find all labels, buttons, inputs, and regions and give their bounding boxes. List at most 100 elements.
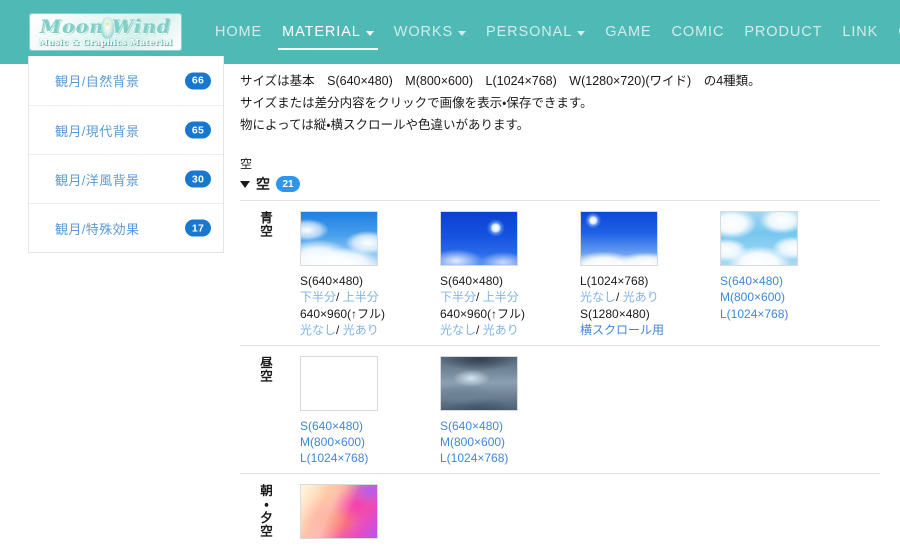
material-item-links: L(1024×768) 光なし/ 光あり S(1280×480) 横スクロール用 — [580, 273, 720, 339]
sidebar-item-3[interactable]: 観月/洋風背景 30 — [29, 154, 223, 203]
material-size-link[interactable]: 光あり — [483, 323, 519, 337]
sunset-sky-thumb[interactable] — [300, 483, 378, 539]
logo-subtitle: Music & Graphics Material — [38, 38, 173, 48]
nav-item-label: COMIC — [671, 24, 725, 40]
material-size-link[interactable]: M(800×600) — [300, 435, 365, 449]
nav-item-label: PRODUCT — [744, 24, 823, 40]
nav-item-comic[interactable]: COMIC — [662, 17, 735, 47]
pale-blue-sky-thumb[interactable] — [720, 211, 798, 266]
group-toggle-count: 21 — [276, 176, 300, 192]
material-size-link[interactable]: 光あり — [343, 323, 379, 337]
nav-item-game[interactable]: GAME — [595, 17, 661, 47]
material-size-link[interactable]: 横スクロール用 — [580, 323, 664, 337]
blue-sky-clouds-thumb[interactable] — [300, 211, 378, 266]
material-item-links: S(640×480) M(800×600) L(1024×768) — [300, 418, 440, 467]
nav-item-material[interactable]: MATERIAL — [272, 17, 384, 50]
nav-item-works[interactable]: WORKS — [384, 17, 476, 47]
site-logo[interactable]: Moon Wind Music & Graphics Material — [30, 14, 181, 50]
material-item: S(640×480) M(800×600) L(1024×768) — [720, 211, 860, 339]
nav-item-label: LINK — [842, 24, 879, 40]
material-size-link[interactable]: L(1024×768) — [440, 451, 508, 465]
material-size-text: / — [336, 323, 343, 338]
material-size-link[interactable]: 上半分 — [343, 290, 379, 304]
material-size-link[interactable]: 下半分 — [440, 290, 476, 304]
material-size-link[interactable]: L(1024×768) — [300, 451, 368, 465]
material-item: S(640×480) 下半分/ 上半分 640×960(↑フル) 光なし / 光あり — [440, 211, 580, 339]
material-item: L(1024×768) 光なし/ 光あり S(1280×480) 横スクロール用 — [580, 211, 720, 339]
sidebar-item-2[interactable]: 観月/現代背景 65 — [29, 105, 223, 154]
dark-cloudy-sky-thumb[interactable] — [440, 355, 518, 411]
nav-item-label: WORKS — [393, 24, 454, 40]
deep-blue-sky-sun-thumb[interactable] — [440, 211, 518, 266]
material-row: 昼空 S(640×480) M(800×600) L(1024×768) S(640×4… — [240, 344, 880, 473]
material-item-line: M(800×600) — [300, 434, 440, 450]
material-size-text: S(640×480) — [300, 274, 364, 288]
nav-item-product[interactable]: PRODUCT — [734, 17, 832, 47]
material-size-text: / — [616, 290, 623, 305]
material-item-line: M(800×600) — [720, 289, 860, 305]
material-item-line: S(640×480) — [300, 418, 440, 434]
sidebar-item-1[interactable]: 観月/自然背景 66 — [29, 56, 223, 105]
material-row-label: 青空 — [258, 211, 272, 238]
material-size-link[interactable]: M(800×600) — [720, 290, 785, 304]
group-toggle-sky[interactable]: 空 21 — [240, 174, 880, 194]
nav-item-home[interactable]: HOME — [205, 17, 272, 47]
material-item-line: 640×960(↑フル) — [440, 306, 580, 322]
material-size-text: 640×960(↑フル) — [300, 306, 386, 321]
material-size-text: / — [336, 290, 343, 305]
main-navigation: HOME MATERIAL WORKS PERSONAL GAME COMIC PRODUC… — [205, 17, 900, 50]
material-size-link[interactable]: L(1024×768) — [720, 307, 788, 321]
sidebar-item-count-badge: 17 — [185, 219, 211, 237]
group-heading: 空 — [240, 157, 253, 171]
sidebar-item-label: 観月/特殊効果 — [55, 221, 140, 237]
nav-item-link[interactable]: LINK — [832, 17, 888, 47]
blue-sky-sun-clouds-thumb[interactable] — [580, 211, 658, 266]
material-item-line: S(1280×480) — [580, 306, 720, 322]
material-item-list — [300, 483, 880, 546]
material-item-line: L(1024×768) — [440, 450, 580, 466]
material-size-link[interactable]: 上半分 — [483, 290, 519, 304]
material-size-link[interactable]: S(640×480) — [300, 419, 363, 433]
sidebar-item-4[interactable]: 観月/特殊効果 17 — [29, 203, 223, 252]
cloudy-sky-rays-thumb[interactable] — [300, 355, 378, 411]
material-size-text: L(1024×768) — [580, 274, 649, 288]
nav-item-label: MATERIAL — [282, 24, 361, 40]
chevron-down-icon — [577, 30, 586, 36]
chevron-down-icon — [365, 30, 374, 36]
nav-item-personal[interactable]: PERSONAL — [476, 17, 595, 47]
material-row-label: 昼空 — [258, 355, 272, 383]
nav-item-contact[interactable]: CONTACT — [888, 17, 900, 47]
material-item-line: 下半分/ 上半分 — [440, 289, 580, 305]
material-size-link[interactable]: S(640×480) — [720, 274, 783, 288]
material-item-line: S(640×480) — [440, 418, 580, 434]
intro-line: サイズは基本 S(640×480) M(800×600) L(1024×768)… — [240, 74, 761, 88]
material-item-line: L(1024×768) — [300, 450, 440, 466]
star-icon — [101, 17, 114, 39]
chevron-down-icon — [240, 180, 250, 188]
material-size-link[interactable]: 光あり — [623, 290, 659, 304]
sidebar-item-count-badge: 66 — [185, 72, 211, 89]
material-item-line: L(1024×768) — [580, 273, 720, 289]
material-size-link[interactable]: M(800×600) — [440, 435, 505, 449]
material-size-text: / — [476, 290, 483, 305]
material-item: S(640×480) M(800×600) L(1024×768) — [440, 355, 580, 467]
material-size-text: S(1280×480) — [580, 306, 650, 321]
material-item-line: L(1024×768) — [720, 306, 860, 322]
nav-item-label: HOME — [215, 24, 263, 40]
material-size-link[interactable]: 光なし — [300, 323, 336, 337]
material-size-link[interactable]: 下半分 — [300, 290, 336, 304]
material-size-link[interactable]: 光なし — [580, 290, 616, 304]
nav-item-label: GAME — [605, 24, 652, 40]
sidebar-item-label: 観月/自然背景 — [55, 74, 140, 89]
intro-line: 物によっては縦・横スクロールや色違いがあります。 — [240, 118, 530, 132]
material-size-link[interactable]: S(640×480) — [440, 419, 503, 433]
material-item-line: 横スクロール用 — [580, 322, 720, 338]
material-item-line: 光なし/ 光あり — [300, 322, 440, 338]
group-toggle-label: 空 — [256, 176, 270, 192]
sidebar-item-count-badge: 65 — [185, 121, 211, 139]
category-sidebar: 観月/自然背景 66 観月/現代背景 65 観月/洋風背景 30 観月/特殊効果 17 — [28, 56, 224, 253]
sidebar-item-label: 観月/洋風背景 — [55, 172, 140, 188]
material-item-line: S(640×480) — [440, 273, 580, 289]
material-size-link[interactable]: 光なし — [440, 323, 476, 337]
sidebar-item-count-badge: 30 — [185, 170, 211, 188]
